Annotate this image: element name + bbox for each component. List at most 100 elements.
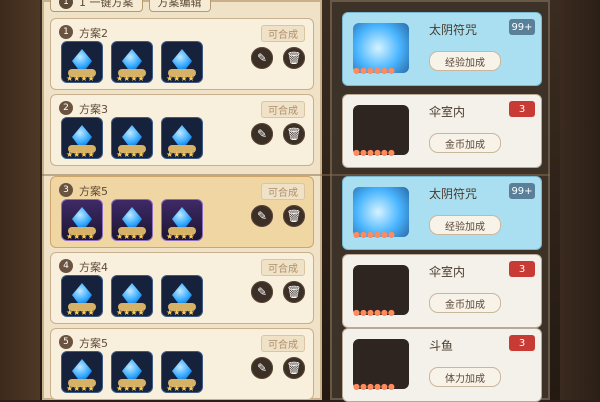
crystal-icon — [172, 125, 192, 145]
crystal-icon — [172, 359, 192, 379]
scheme-header: 5 方案5 可合成 — [59, 335, 305, 352]
crystal-card-icon: ●●●●●● — [353, 187, 409, 239]
slot[interactable]: ★★★★ — [161, 41, 203, 83]
compose-badge: 可合成 — [261, 25, 305, 42]
scheme-edit-button[interactable]: 方案编辑 — [148, 0, 211, 12]
scheme-actions: ✎ 🗑 — [251, 205, 305, 227]
scheme-edit-label: 方案编辑 — [157, 0, 202, 9]
slot[interactable]: ★★★★ — [61, 41, 103, 83]
stars-icon: ★★★★ — [166, 150, 195, 159]
scheme-row-selected[interactable]: 3 方案5 可合成 ★★★★ ★★★★ ★★★★ ✎ 🗑 — [50, 176, 314, 248]
slot[interactable]: ★★★★ — [111, 351, 153, 393]
top-buttons: 1 1 一键方案 方案编辑 — [50, 0, 314, 14]
crystal-icon — [172, 207, 192, 227]
dots-icon: ●●●●●● — [353, 382, 395, 391]
item-bonus: 经验加成 — [429, 215, 501, 235]
slot[interactable]: ★★★★ — [111, 41, 153, 83]
dots-icon: ●●●●●● — [353, 66, 395, 75]
slot[interactable]: ★★★★ — [111, 275, 153, 317]
dots-icon: ●●●●●● — [353, 230, 395, 239]
trash-icon[interactable]: 🗑 — [283, 281, 305, 303]
stars-icon: ★★★★ — [116, 150, 145, 159]
slot[interactable]: ★★★★ — [161, 275, 203, 317]
stars-icon: ★★★★ — [66, 384, 95, 393]
scheme-row[interactable]: 4 方案4 可合成 ★★★★ ★★★★ ★★★★ ✎ 🗑 — [50, 252, 314, 324]
scheme-header: 3 方案5 可合成 — [59, 183, 305, 200]
scheme-panel: 1 1 一键方案 方案编辑 1 方案2 可合成 ★★★★ ★★★★ ★★★★ ✎… — [42, 0, 322, 400]
scheme-name: 方案5 — [79, 185, 108, 198]
item-panel: ●●●●●● 太阴符咒 99+ 经验加成 ●●●●●● 伞室内 3 金币加成 ●… — [330, 0, 550, 402]
scheme-header: 2 方案3 可合成 — [59, 101, 305, 118]
crystal-icon — [122, 207, 142, 227]
item-card[interactable]: ●●●●●● 伞室内 3 金币加成 — [342, 254, 542, 328]
slot[interactable]: ★★★★ — [161, 351, 203, 393]
item-bonus: 金币加成 — [429, 133, 501, 153]
scheme-name: 方案5 — [79, 337, 108, 350]
item-count: 99+ — [509, 19, 535, 35]
crystal-card-icon: ●●●●●● — [353, 23, 409, 75]
slot[interactable]: ★★★★ — [161, 199, 203, 241]
scheme-name: 方案3 — [79, 103, 108, 116]
item-title: 伞室内 — [429, 265, 466, 279]
item-title: 斗鱼 — [429, 339, 454, 353]
crystal-icon — [122, 125, 142, 145]
item-bonus: 金币加成 — [429, 293, 501, 313]
slot[interactable]: ★★★★ — [61, 351, 103, 393]
one-click-scheme-button[interactable]: 1 1 一键方案 — [50, 0, 143, 12]
slot[interactable]: ★★★★ — [111, 199, 153, 241]
stars-icon: ★★★★ — [66, 308, 95, 317]
scheme-index: 1 — [59, 25, 73, 39]
scheme-name: 方案4 — [79, 261, 108, 274]
scheme-row[interactable]: 2 方案3 可合成 ★★★★ ★★★★ ★★★★ ✎ 🗑 — [50, 94, 314, 166]
umbrella-card-icon: ●●●●●● — [353, 265, 409, 317]
edit-icon[interactable]: ✎ — [251, 357, 273, 379]
umbrella-card-icon: ●●●●●● — [353, 105, 409, 157]
scheme-header: 4 方案4 可合成 — [59, 259, 305, 276]
trash-icon[interactable]: 🗑 — [283, 47, 305, 69]
stars-icon: ★★★★ — [116, 308, 145, 317]
scheme-actions: ✎ 🗑 — [251, 357, 305, 379]
slot-list: ★★★★ ★★★★ ★★★★ — [61, 41, 203, 83]
stars-icon: ★★★★ — [166, 308, 195, 317]
scheme-index: 3 — [59, 183, 73, 197]
stars-icon: ★★★★ — [66, 150, 95, 159]
item-card[interactable]: ●●●●●● 太阴符咒 99+ 经验加成 — [342, 176, 542, 250]
trash-icon[interactable]: 🗑 — [283, 357, 305, 379]
compose-badge: 可合成 — [261, 183, 305, 200]
compose-badge: 可合成 — [261, 259, 305, 276]
scheme-actions: ✎ 🗑 — [251, 47, 305, 69]
scheme-row[interactable]: 5 方案5 可合成 ★★★★ ★★★★ ★★★★ ✎ 🗑 — [50, 328, 314, 400]
compose-badge: 可合成 — [261, 101, 305, 118]
one-click-label: 1 一键方案 — [79, 0, 134, 9]
item-title: 太阴符咒 — [429, 23, 478, 37]
item-card[interactable]: ●●●●●● 伞室内 3 金币加成 — [342, 94, 542, 168]
edit-icon[interactable]: ✎ — [251, 47, 273, 69]
scheme-actions: ✎ 🗑 — [251, 123, 305, 145]
stars-icon: ★★★★ — [116, 384, 145, 393]
stars-icon: ★★★★ — [166, 384, 195, 393]
slot[interactable]: ★★★★ — [111, 117, 153, 159]
crystal-icon — [172, 49, 192, 69]
slot-list: ★★★★ ★★★★ ★★★★ — [61, 275, 203, 317]
item-card[interactable]: ●●●●●● 太阴符咒 99+ 经验加成 — [342, 12, 542, 86]
item-bonus: 体力加成 — [429, 367, 501, 387]
item-title: 太阴符咒 — [429, 187, 478, 201]
item-card[interactable]: ●●●●●● 斗鱼 3 体力加成 — [342, 328, 542, 402]
trash-icon[interactable]: 🗑 — [283, 205, 305, 227]
compose-badge: 可合成 — [261, 335, 305, 352]
item-count: 3 — [509, 261, 535, 277]
edit-icon[interactable]: ✎ — [251, 205, 273, 227]
dots-icon: ●●●●●● — [353, 148, 395, 157]
scheme-row[interactable]: 1 方案2 可合成 ★★★★ ★★★★ ★★★★ ✎ 🗑 — [50, 18, 314, 90]
right-border — [560, 0, 600, 400]
crystal-icon — [72, 359, 92, 379]
scheme-index: 2 — [59, 101, 73, 115]
slot[interactable]: ★★★★ — [61, 117, 103, 159]
slot[interactable]: ★★★★ — [61, 199, 103, 241]
edit-icon[interactable]: ✎ — [251, 281, 273, 303]
crystal-icon — [72, 283, 92, 303]
slot[interactable]: ★★★★ — [161, 117, 203, 159]
trash-icon[interactable]: 🗑 — [283, 123, 305, 145]
slot[interactable]: ★★★★ — [61, 275, 103, 317]
edit-icon[interactable]: ✎ — [251, 123, 273, 145]
